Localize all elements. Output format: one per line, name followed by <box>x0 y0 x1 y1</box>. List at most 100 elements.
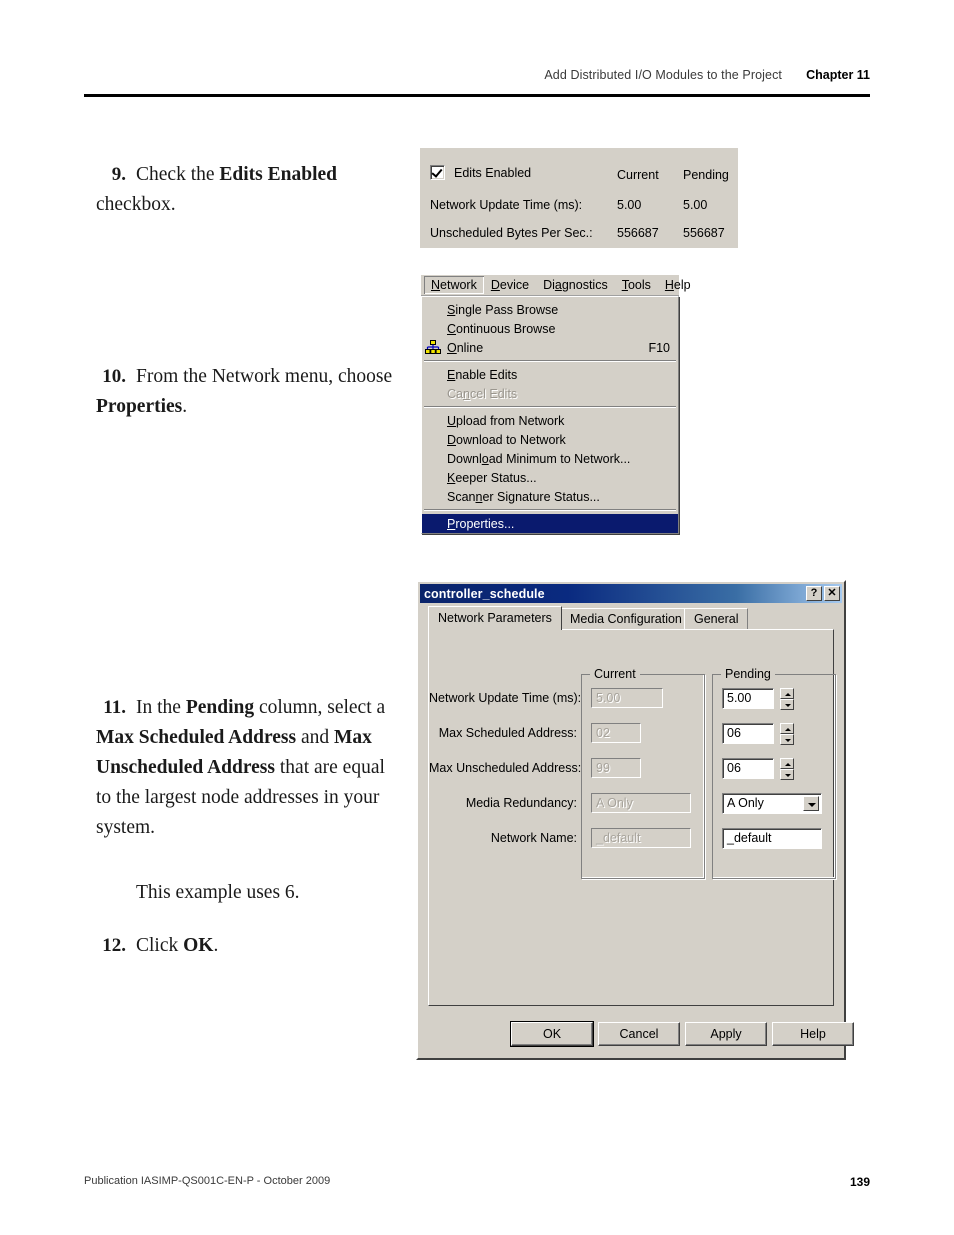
apply-button[interactable]: Apply <box>685 1022 767 1046</box>
menu-item-download-minimum-to-network[interactable]: Download Minimum to Network... <box>422 449 678 468</box>
controller-schedule-dialog: controller_schedule ? ✕ Network Paramete… <box>416 580 854 1060</box>
page-number: 139 <box>849 1175 870 1189</box>
spin-down-icon[interactable] <box>780 734 794 745</box>
dialog-title-bar[interactable]: controller_schedule ? ✕ <box>420 584 842 603</box>
edits-col-current-header: Current <box>617 168 659 182</box>
dialog-button-row: OK Cancel Apply Help <box>428 1021 854 1048</box>
spin-up-icon[interactable] <box>780 688 794 699</box>
dialog-title: controller_schedule <box>424 586 545 601</box>
step-10-text: From the Network menu, choose Properties… <box>96 366 393 417</box>
tab-general[interactable]: General <box>684 608 749 629</box>
current-network-name: _default <box>591 828 691 848</box>
step-11: 11. In the Pending column, select a Max … <box>96 693 386 843</box>
current-groupbox: Current 5.00 02 99 A Only _default <box>581 667 705 879</box>
step-10-number: 10. <box>102 366 126 387</box>
current-media-redundancy: A Only <box>591 793 691 813</box>
edits-row-1-pending: 556687 <box>683 226 725 240</box>
cancel-button[interactable]: Cancel <box>598 1022 680 1046</box>
edits-row-1-label: Unscheduled Bytes Per Sec.: <box>430 226 593 240</box>
ok-button[interactable]: OK <box>510 1021 594 1047</box>
menu-item-online[interactable]: Online F10 <box>422 338 678 357</box>
menu-item-upload-from-network[interactable]: Upload from Network <box>422 411 678 430</box>
step-10: 10. From the Network menu, choose Proper… <box>96 362 396 422</box>
menu-item-download-to-network[interactable]: Download to Network <box>422 430 678 449</box>
pending-network-update-time-input[interactable]: 5.00 <box>722 688 774 709</box>
menu-item-keeper-status[interactable]: Keeper Status... <box>422 468 678 487</box>
menu-item-properties[interactable]: Properties... <box>422 514 678 533</box>
pending-network-update-time-spinner[interactable] <box>780 688 794 710</box>
current-network-update-time: 5.00 <box>591 688 663 708</box>
menu-item-enable-edits[interactable]: Enable Edits <box>422 365 678 384</box>
edits-enabled-checkbox-row[interactable]: Edits Enabled <box>430 165 531 180</box>
menu-item-label: Cancel Edits <box>447 386 518 401</box>
field-label-network-update-time: Network Update Time (ms): <box>429 691 582 705</box>
pending-max-unscheduled-address-input[interactable]: 06 <box>722 758 774 779</box>
network-dropdown-menu[interactable]: Single Pass Browse Continuous Browse Onlin… <box>421 296 679 534</box>
current-group-title: Current <box>590 667 640 681</box>
menu-item-scanner-signature-status[interactable]: Scanner Signature Status... <box>422 487 678 506</box>
menu-item-label: Single Pass Browse <box>447 302 559 317</box>
spin-up-icon[interactable] <box>780 758 794 769</box>
edits-col-pending-header: Pending <box>683 168 729 182</box>
menubar-item-device[interactable]: Device <box>484 276 536 294</box>
menu-item-label: Continuous Browse <box>447 321 556 336</box>
menu-bar[interactable]: Network Device Diagnostics Tools Help <box>421 275 691 296</box>
step-12-text: Click OK. <box>136 935 219 956</box>
pending-groupbox: Pending 5.00 06 06 A Only _default <box>712 667 836 879</box>
close-icon[interactable]: ✕ <box>824 586 840 601</box>
pending-max-unscheduled-address-spinner[interactable] <box>780 758 794 780</box>
tab-network-parameters[interactable]: Network Parameters <box>428 606 562 630</box>
edits-enabled-panel: Edits Enabled Current Pending Network Up… <box>420 148 738 248</box>
help-icon[interactable]: ? <box>806 586 822 601</box>
edits-enabled-checkbox[interactable] <box>430 165 445 180</box>
edits-row-0-label: Network Update Time (ms): <box>430 198 583 212</box>
menubar-item-help[interactable]: Help <box>658 276 698 294</box>
dialog-tabstrip[interactable]: Network Parameters Media Configuration G… <box>428 606 834 630</box>
menu-item-label: Keeper Status... <box>447 470 537 485</box>
edits-row-0-pending: 5.00 <box>683 198 708 212</box>
header-rule <box>84 94 870 97</box>
network-tree-icon <box>425 340 442 355</box>
pending-max-scheduled-address-input[interactable]: 06 <box>722 723 774 744</box>
menu-item-shortcut: F10 <box>648 340 670 355</box>
step-12: 12. Click OK. <box>96 931 386 961</box>
running-title: Add Distributed I/O Modules to the Proje… <box>544 68 782 82</box>
menubar-item-tools[interactable]: Tools <box>615 276 658 294</box>
menu-item-label: Enable Edits <box>447 367 518 382</box>
menu-separator <box>424 360 676 362</box>
step-12-number: 12. <box>102 935 126 956</box>
menu-item-continuous-browse[interactable]: Continuous Browse <box>422 319 678 338</box>
network-menu-figure: Network Device Diagnostics Tools Help Single… <box>421 275 691 534</box>
field-label-media-redundancy: Media Redundancy: <box>465 796 577 810</box>
chevron-down-icon[interactable] <box>803 796 819 811</box>
menu-item-single-pass-browse[interactable]: Single Pass Browse <box>422 300 678 319</box>
spin-down-icon[interactable] <box>780 769 794 780</box>
pending-network-name-input[interactable]: _default <box>722 828 822 849</box>
menu-item-label: Download to Network <box>447 432 566 447</box>
menu-item-label: Upload from Network <box>447 413 565 428</box>
step-9-text: Check the Edits Enabled checkbox. <box>96 164 337 215</box>
menu-item-label: Scanner Signature Status... <box>447 489 600 504</box>
menu-separator <box>424 406 676 408</box>
help-button[interactable]: Help <box>772 1022 854 1046</box>
menubar-item-network[interactable]: Network <box>424 276 484 294</box>
menu-item-label: Online <box>447 340 484 355</box>
field-label-max-scheduled-address: Max Scheduled Address: <box>438 726 577 740</box>
field-label-max-unscheduled-address: Max Unscheduled Address: <box>429 761 582 775</box>
spin-up-icon[interactable] <box>780 723 794 734</box>
pending-media-redundancy-combo[interactable]: A Only <box>722 793 822 814</box>
publication-line: Publication IASIMP-QS001C-EN-P - October… <box>84 1175 331 1187</box>
pending-max-scheduled-address-spinner[interactable] <box>780 723 794 745</box>
spin-down-icon[interactable] <box>780 699 794 710</box>
tab-media-configuration[interactable]: Media Configuration <box>560 608 692 629</box>
edits-enabled-label: Edits Enabled <box>454 165 532 180</box>
page-header: Add Distributed I/O Modules to the Proje… <box>84 68 870 102</box>
chapter-label: Chapter 11 <box>806 68 870 82</box>
current-max-unscheduled-address: 99 <box>591 758 641 778</box>
pending-group-title: Pending <box>721 667 775 681</box>
pending-media-redundancy-value: A Only <box>727 796 764 810</box>
menubar-item-diagnostics[interactable]: Diagnostics <box>536 276 615 294</box>
menu-separator <box>424 509 676 511</box>
step-9: 9. Check the Edits Enabled checkbox. <box>96 160 396 220</box>
network-parameters-page: Network Update Time (ms): Max Scheduled … <box>428 629 836 1006</box>
